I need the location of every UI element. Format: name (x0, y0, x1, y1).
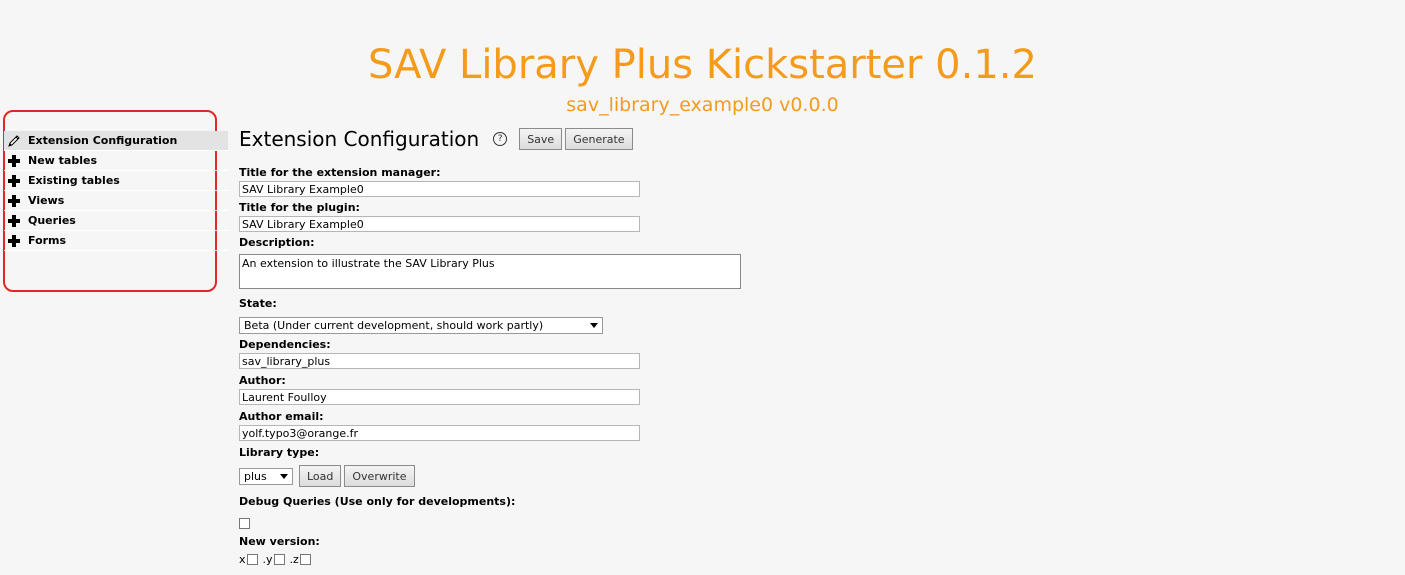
version-x-label: x (239, 553, 246, 566)
sidebar-item-new-tables[interactable]: New tables (4, 151, 228, 171)
library-type-select[interactable]: plus (239, 467, 293, 485)
new-version-row: x .y .z (239, 553, 939, 566)
help-icon[interactable]: ? (493, 132, 508, 146)
sidebar-item-views[interactable]: Views (4, 191, 228, 211)
sidebar-menu: Extension Configuration New tables Exist… (4, 131, 228, 251)
debug-queries-checkbox[interactable] (239, 518, 250, 529)
section-heading: Extension Configuration (239, 127, 480, 151)
library-type-label: Library type: (239, 446, 320, 459)
version-z-label: .z (289, 553, 299, 566)
chevron-down-icon (590, 323, 598, 328)
sidebar-item-queries[interactable]: Queries (4, 211, 228, 231)
author-email-label: Author email: (239, 410, 324, 423)
title-plugin-input[interactable] (239, 216, 640, 232)
description-textarea[interactable]: An extension to illustrate the SAV Libra… (239, 254, 741, 289)
state-label: State: (239, 297, 277, 310)
author-input[interactable] (239, 389, 640, 405)
plus-icon (6, 213, 22, 229)
plus-icon (6, 173, 22, 189)
sidebar-item-existing-tables[interactable]: Existing tables (4, 171, 228, 191)
chevron-down-icon (280, 473, 288, 479)
author-email-input[interactable] (239, 425, 640, 441)
form-header: Extension Configuration ? Save Generate (239, 124, 939, 154)
library-type-row: plus Load Overwrite (239, 465, 939, 487)
pencil-icon (6, 133, 22, 149)
title-em-label: Title for the extension manager: (239, 166, 441, 179)
version-x-checkbox[interactable] (246, 554, 258, 565)
sidebar-item-extension-configuration[interactable]: Extension Configuration (4, 131, 228, 151)
sidebar-item-label: Extension Configuration (28, 134, 178, 147)
sidebar-item-label: New tables (28, 154, 97, 167)
page-title: SAV Library Plus Kickstarter 0.1.2 (368, 42, 1037, 88)
version-y-checkbox[interactable] (273, 554, 285, 565)
state-select[interactable]: Beta (Under current development, should … (239, 317, 603, 334)
title-em-input[interactable] (239, 181, 640, 197)
generate-button[interactable]: Generate (565, 128, 633, 150)
sidebar-item-label: Existing tables (28, 174, 120, 187)
description-label: Description: (239, 236, 315, 249)
save-button[interactable]: Save (519, 128, 563, 150)
sidebar-item-forms[interactable]: Forms (4, 231, 228, 251)
plus-icon (6, 233, 22, 249)
overwrite-button[interactable]: Overwrite (344, 465, 415, 487)
load-button[interactable]: Load (299, 465, 342, 487)
dependencies-input[interactable] (239, 353, 640, 369)
version-y-label: .y (262, 553, 273, 566)
debug-queries-label: Debug Queries (Use only for developments… (239, 495, 516, 508)
sidebar-item-label: Forms (28, 234, 67, 247)
sidebar-item-label: Views (28, 194, 65, 207)
plus-icon (6, 193, 22, 209)
title-plugin-label: Title for the plugin: (239, 201, 360, 214)
plus-icon (6, 153, 22, 169)
library-type-value: plus (244, 469, 267, 483)
version-z-checkbox[interactable] (299, 554, 311, 565)
state-select-value: Beta (Under current development, should … (244, 319, 544, 332)
dependencies-label: Dependencies: (239, 338, 331, 351)
main-form: Extension Configuration ? Save Generate … (239, 124, 939, 566)
new-version-label: New version: (239, 535, 320, 548)
sidebar-item-label: Queries (28, 214, 76, 227)
author-label: Author: (239, 374, 286, 387)
